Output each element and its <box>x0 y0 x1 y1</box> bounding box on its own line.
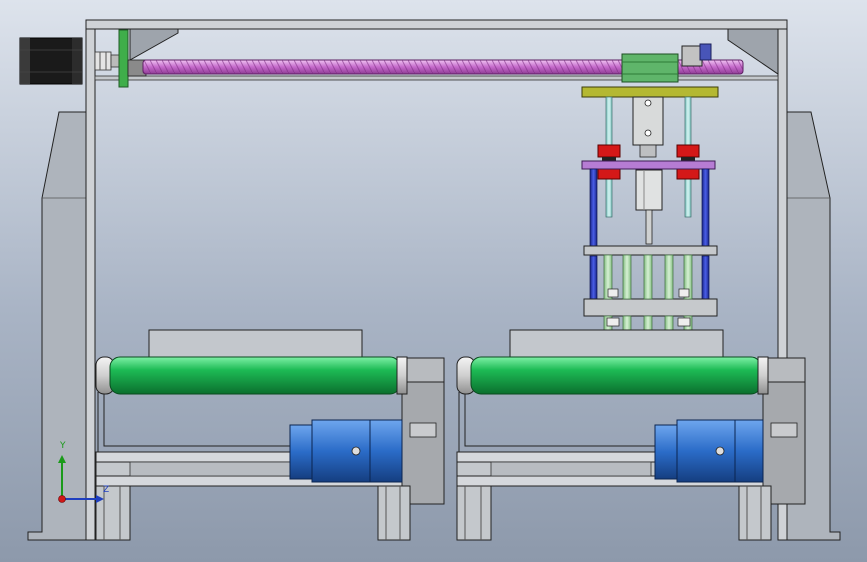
triad-y-label: Y <box>60 441 66 451</box>
right-conveyor-unit <box>456 356 806 541</box>
triad-z-label: Z <box>103 485 110 495</box>
pneumatic-cylinder <box>632 96 664 245</box>
left-end-plate <box>118 29 129 88</box>
machine-assembly-front-view <box>19 19 841 541</box>
gripper-lower-plate <box>583 298 718 317</box>
carriage-mid-plate <box>581 160 716 170</box>
screw-nut-slider <box>621 53 679 83</box>
right-conveyor-base-block <box>509 329 724 361</box>
carriage-top-plate <box>581 86 719 98</box>
left-conveyor-unit <box>95 356 445 541</box>
left-side-pillar <box>27 111 87 541</box>
left-conveyor-base-block <box>148 329 363 361</box>
gripper-spring-rods <box>603 254 693 331</box>
cad-viewport[interactable]: Y Z <box>0 0 867 562</box>
gripper-upper-plate <box>583 245 718 256</box>
shaft-coupling <box>94 51 120 71</box>
stepper-motor <box>19 37 83 85</box>
